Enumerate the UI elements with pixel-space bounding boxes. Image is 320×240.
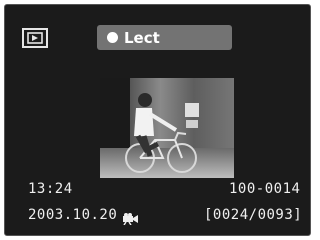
movie-thumbnail [100,78,234,178]
play-button[interactable]: Lect [97,25,232,50]
file-number: 100-0014 [229,181,301,197]
frame-counter: [0024/0093] [204,207,303,223]
play-button-label: Lect [124,28,160,47]
date-readout: 2003.10.20 [28,207,118,223]
playback-icon [22,28,48,48]
movie-camera-icon [122,210,140,226]
camera-lcd-screen: Lect 13:24 100-0014 2003.10.20 [0024/009… [4,4,311,236]
time-readout: 13:24 [28,181,73,197]
record-dot-icon [107,32,118,43]
